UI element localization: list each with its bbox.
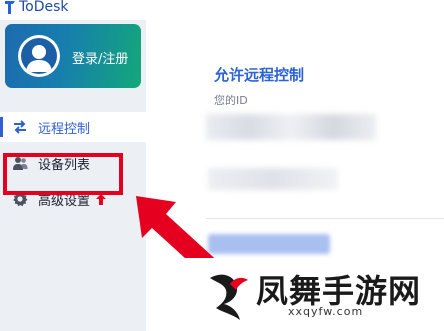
id-label: 您的ID xyxy=(214,94,248,107)
highlight-box xyxy=(3,153,123,195)
login-register-label[interactable]: 登录/注册 xyxy=(72,48,128,67)
sidebar-item-remote-control[interactable]: 远程控制 xyxy=(0,112,146,142)
sidebar-item-label: 远程控制 xyxy=(38,121,91,137)
watermark: 凤舞手游网 xxqyfw.com xyxy=(180,258,444,331)
watermark-domain: xxqyfw.com xyxy=(288,305,364,318)
title-bar: ToDesk xyxy=(0,0,444,20)
todesk-logo-icon xyxy=(5,1,15,14)
divider xyxy=(206,218,444,219)
section-title: 允许远程控制 xyxy=(214,66,305,84)
user-avatar-icon xyxy=(26,45,52,72)
active-indicator xyxy=(0,117,3,137)
login-card[interactable]: 登录/注册 xyxy=(5,24,141,88)
swap-arrows-icon xyxy=(14,120,26,134)
device-id-blurred xyxy=(206,114,376,140)
app-name: ToDesk xyxy=(19,0,69,15)
avatar xyxy=(18,35,60,77)
phoenix-logo-icon xyxy=(210,274,248,320)
password-blurred xyxy=(208,168,338,190)
update-arrow-icon xyxy=(96,193,107,205)
